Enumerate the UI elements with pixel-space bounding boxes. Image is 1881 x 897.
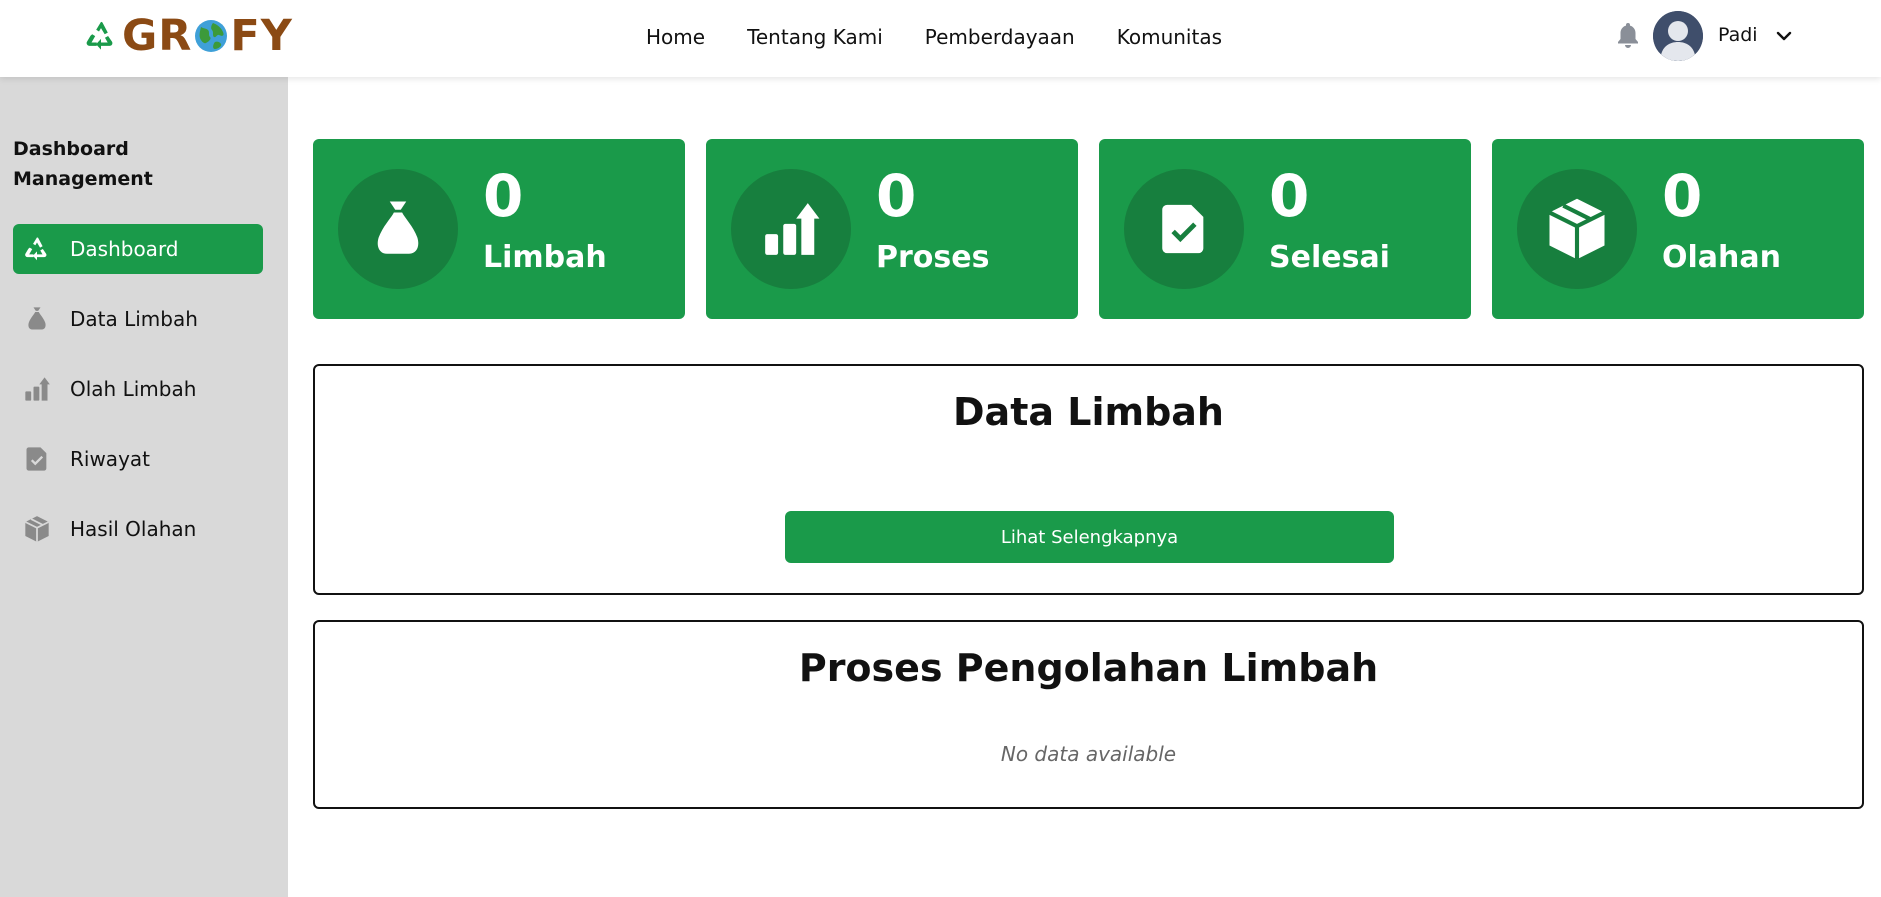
stat-icon-circle [1517,169,1637,289]
waste-bag-icon [21,303,53,335]
chart-growth-icon [765,203,820,255]
stat-count: 0 [483,162,524,230]
stat-card-selesai: 0 Selesai [1099,139,1471,319]
stat-label: Selesai [1269,240,1390,275]
lihat-selengkapnya-button[interactable]: Lihat Selengkapnya [785,511,1394,563]
stat-label: Proses [876,240,990,275]
sidebar-item-riwayat[interactable]: Riwayat [13,434,263,484]
empty-state-text: No data available [1000,742,1177,766]
sidebar-item-label: Data Limbah [70,307,198,331]
stat-icon-circle [731,169,851,289]
chart-growth-icon [21,373,53,405]
file-check-icon [21,443,53,475]
file-check-icon [1162,204,1204,254]
stat-icon-circle [338,169,458,289]
nav-tentang-kami[interactable]: Tentang Kami [747,22,883,52]
stat-card-limbah: 0 Limbah [313,139,685,319]
sidebar-item-label: Hasil Olahan [70,517,197,541]
main-nav: Home Tentang Kami Pemberdayaan Komunitas [646,22,1222,52]
nav-komunitas[interactable]: Komunitas [1117,22,1222,52]
grofy-logo[interactable]: GR FY [84,14,293,58]
recycle-icon [21,233,53,265]
nav-pemberdayaan[interactable]: Pemberdayaan [925,22,1075,52]
bell-icon[interactable] [1616,22,1640,48]
user-avatar-icon [1653,11,1703,61]
box-icon [21,513,53,545]
logo-text-suffix: FY [230,11,293,61]
data-limbah-title: Data Limbah [953,390,1224,434]
stat-count: 0 [1269,162,1310,230]
sidebar-item-label: Olah Limbah [70,377,197,401]
stat-icon-circle [1124,169,1244,289]
user-name[interactable]: Padi [1718,22,1758,48]
proses-pengolahan-panel: Proses Pengolahan Limbah No data availab… [313,620,1864,809]
avatar[interactable] [1653,11,1703,61]
sidebar-title: Dashboard Management [13,138,153,190]
nav-home[interactable]: Home [646,22,705,52]
sidebar-item-dashboard[interactable]: Dashboard [13,224,263,274]
stat-count: 0 [876,162,917,230]
stat-card-proses: 0 Proses [706,139,1078,319]
box-icon [1548,198,1606,260]
stat-card-olahan: 0 Olahan [1492,139,1864,319]
stat-label: Olahan [1662,240,1781,275]
sidebar-item-label: Riwayat [70,447,150,471]
sidebar-item-data-limbah[interactable]: Data Limbah [13,294,263,344]
sidebar-item-label: Dashboard [70,237,179,261]
waste-bag-icon [377,201,419,254]
data-limbah-panel: Data Limbah Lihat Selengkapnya [313,364,1864,595]
globe-icon [195,20,228,52]
chevron-down-icon[interactable] [1775,27,1793,45]
recycle-logo-icon [86,21,113,50]
logo-text-prefix: GR [122,11,193,61]
stat-label: Limbah [483,240,607,275]
top-navbar: GR FY Home Tentang Kami Pemberdayaan Kom… [0,0,1881,77]
sidebar: Dashboard Management Dashboard Data Limb… [0,77,288,897]
proses-pengolahan-title: Proses Pengolahan Limbah [798,646,1379,690]
stat-count: 0 [1662,162,1703,230]
sidebar-item-hasil-olahan[interactable]: Hasil Olahan [13,504,263,554]
sidebar-item-olah-limbah[interactable]: Olah Limbah [13,364,263,414]
